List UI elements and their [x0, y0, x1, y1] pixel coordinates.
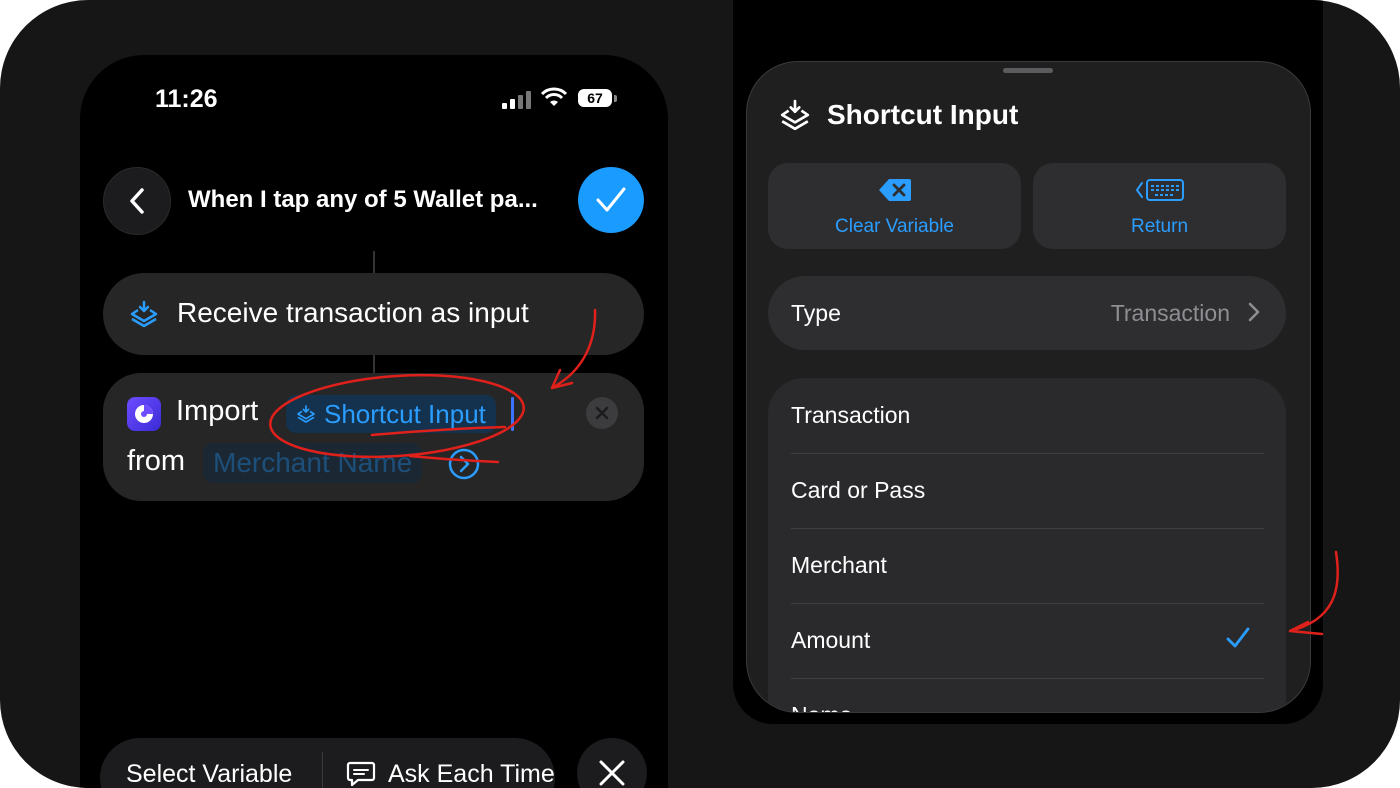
annotation-overlay: [269, 308, 1340, 636]
annotation-arrow: [550, 308, 597, 390]
annotation-arrow: [1288, 550, 1340, 636]
annotation-circle: [269, 373, 525, 459]
device-frame: 11:26 67 When I tap any of 5 Wallet pa..…: [0, 0, 1400, 788]
